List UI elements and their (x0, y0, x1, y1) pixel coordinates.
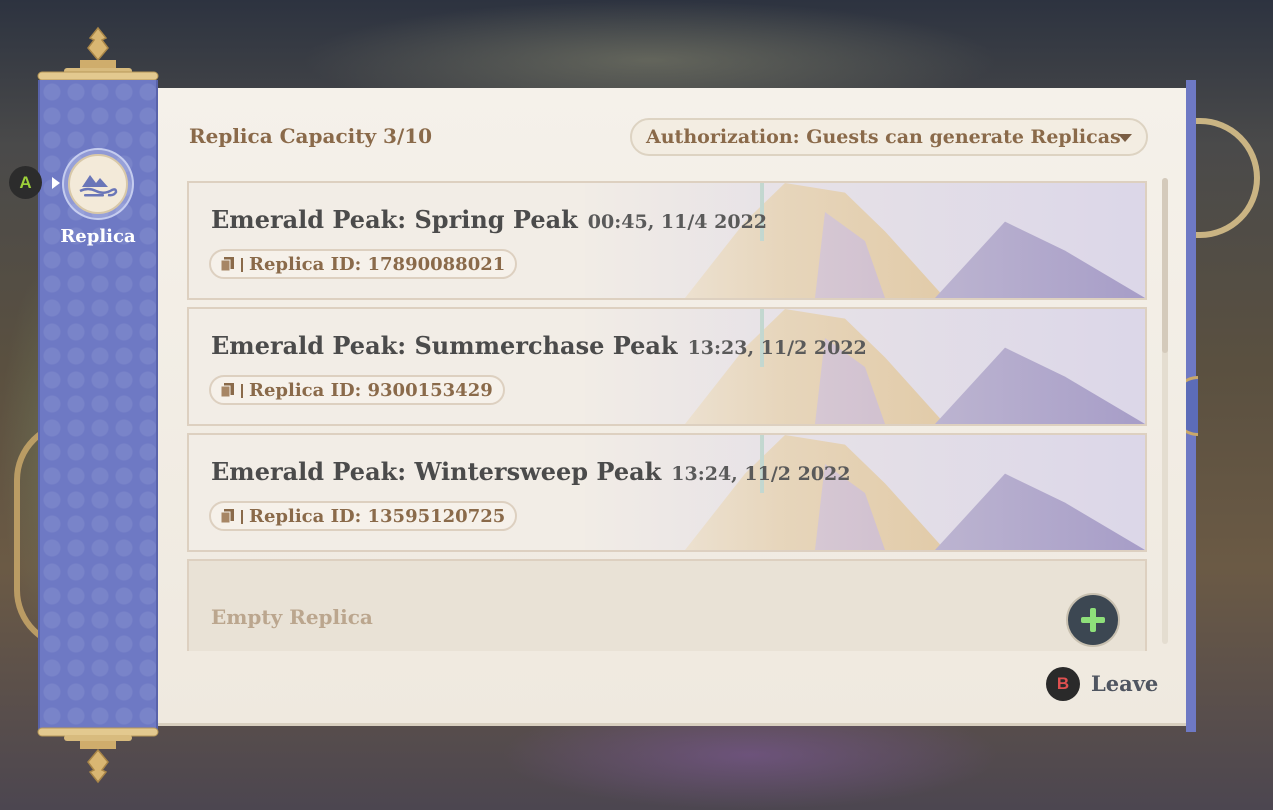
replica-card[interactable]: Emerald Peak: Summerchase Peak 13:23, 11/… (187, 307, 1147, 426)
scroll-finial-bottom (37, 727, 159, 784)
plus-icon (1081, 608, 1105, 632)
mountain-cloud-icon (68, 154, 128, 214)
replica-id: Replica ID: 13595120725 (249, 505, 506, 527)
replica-capacity: Replica Capacity 3/10 (189, 124, 433, 148)
empty-replica-slot[interactable]: Empty Replica (187, 559, 1147, 651)
card-fade (189, 309, 1145, 424)
card-fade (189, 183, 1145, 298)
replica-id-copy-button[interactable]: Replica ID: 9300153429 (209, 375, 505, 405)
replica-tab-label: Replica (60, 226, 136, 247)
list-scrollbar[interactable] (1162, 178, 1168, 644)
authorization-label: Authorization: Guests can generate Repli… (646, 126, 1121, 148)
empty-replica-label: Empty Replica (211, 605, 373, 629)
replica-id: Replica ID: 17890088021 (249, 253, 506, 275)
replica-card[interactable]: Emerald Peak: Wintersweep Peak 13:24, 11/… (187, 433, 1147, 552)
replica-id-copy-button[interactable]: Replica ID: 17890088021 (209, 249, 518, 279)
replica-time: 13:23, 11/2 2022 (687, 337, 867, 359)
authorization-dropdown[interactable]: Authorization: Guests can generate Repli… (630, 118, 1148, 156)
add-replica-button[interactable] (1066, 593, 1120, 647)
selected-arrow-icon (52, 177, 60, 189)
replica-list: Emerald Peak: Spring Peak 00:45, 11/4 202… (187, 181, 1147, 651)
replica-card[interactable]: Emerald Peak: Spring Peak 00:45, 11/4 202… (187, 181, 1147, 300)
scrollbar-thumb[interactable] (1162, 178, 1168, 353)
divider (241, 384, 243, 398)
replica-time: 13:24, 11/2 2022 (671, 463, 851, 485)
copy-icon (221, 383, 234, 397)
replica-title: Emerald Peak: Spring Peak 00:45, 11/4 202… (211, 205, 768, 234)
chevron-down-icon (1118, 134, 1132, 142)
key-hint-a: A (9, 166, 42, 199)
replica-title: Emerald Peak: Wintersweep Peak 13:24, 11/… (211, 457, 851, 486)
replica-tab-button[interactable] (62, 148, 134, 220)
replica-title: Emerald Peak: Summerchase Peak 13:23, 11/… (211, 331, 867, 360)
copy-icon (221, 509, 234, 523)
replica-time: 00:45, 11/4 2022 (587, 211, 768, 233)
copy-icon (221, 257, 234, 271)
decorative-arc (1190, 118, 1260, 238)
replica-id-copy-button[interactable]: Replica ID: 13595120725 (209, 501, 518, 531)
card-fade (189, 435, 1145, 550)
key-hint-b: B (1046, 667, 1080, 701)
divider (241, 258, 243, 272)
scroll-finial-top (37, 26, 159, 81)
replica-id: Replica ID: 9300153429 (249, 379, 493, 401)
divider (241, 510, 243, 524)
leave-button[interactable]: Leave (1091, 671, 1158, 696)
